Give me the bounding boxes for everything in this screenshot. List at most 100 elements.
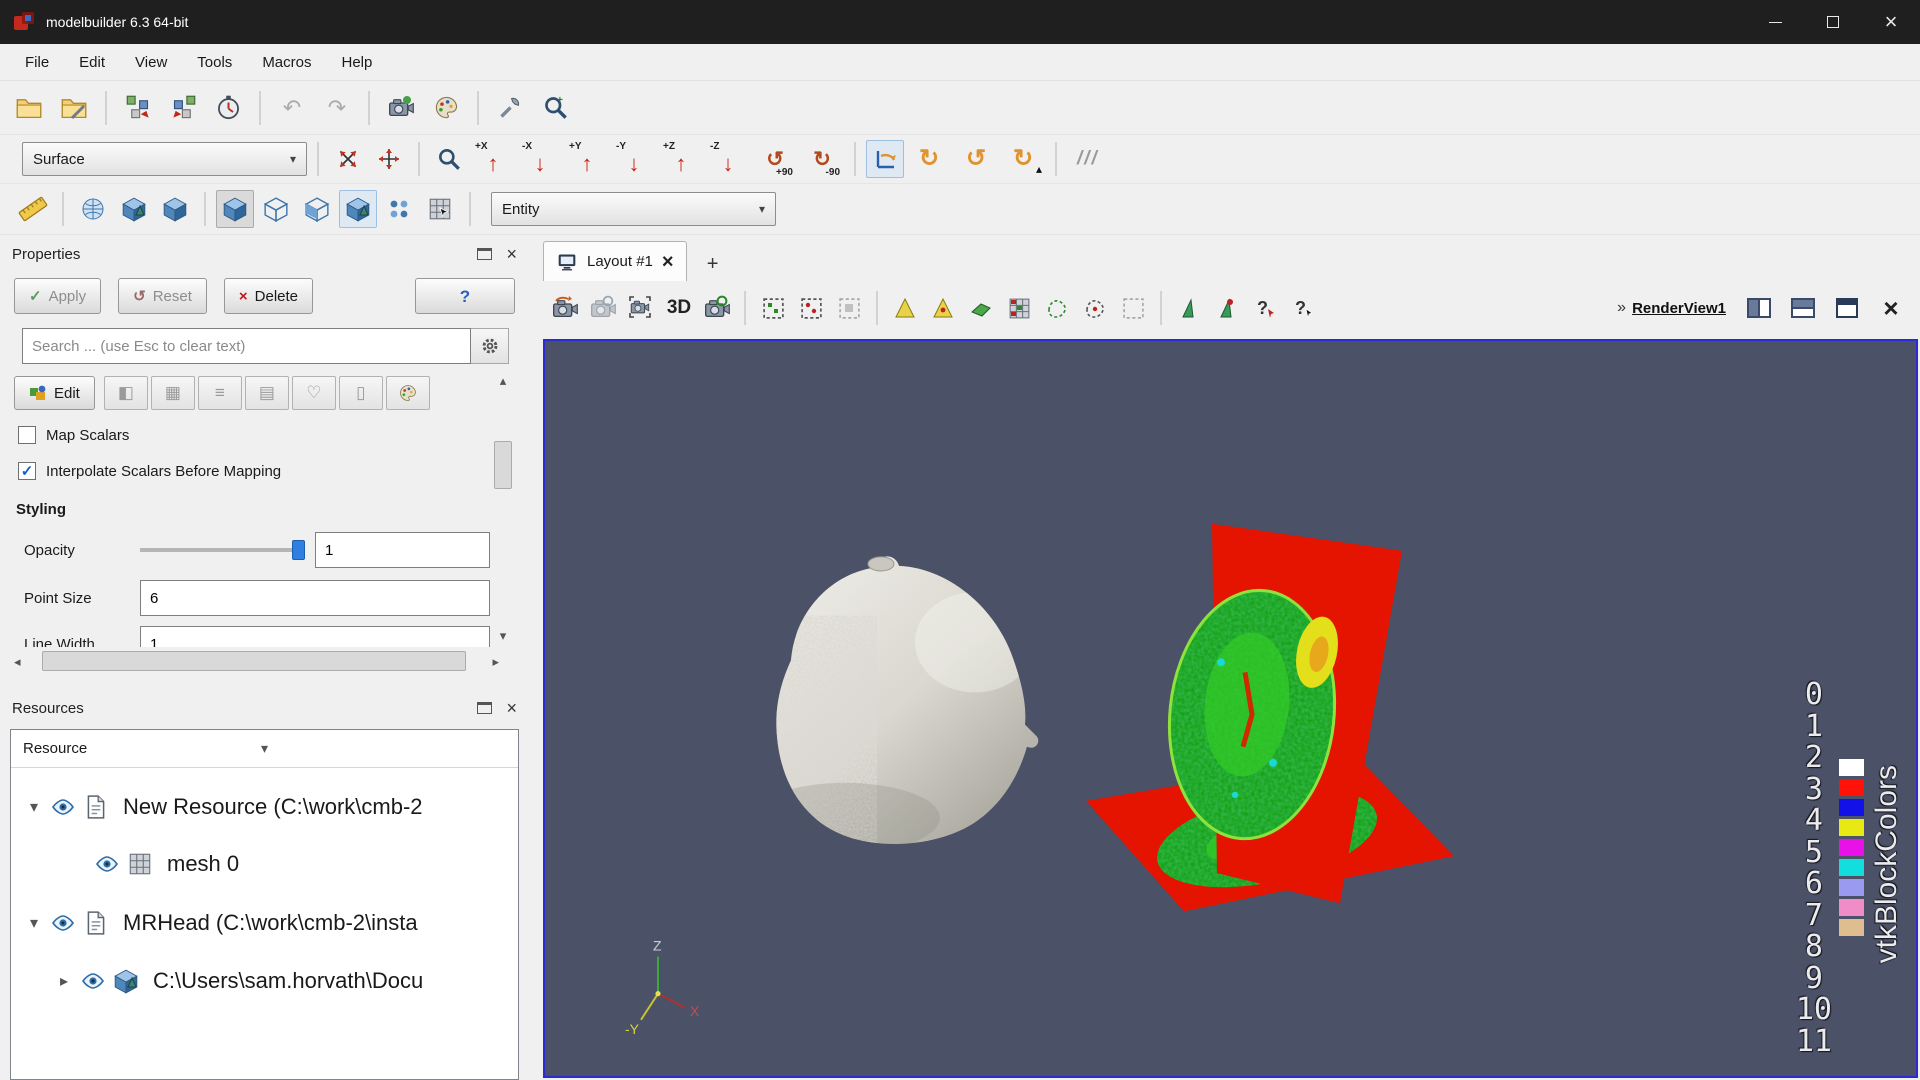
redo-button[interactable]: ↷ bbox=[316, 87, 358, 129]
opacity-slider[interactable] bbox=[140, 539, 305, 561]
select-block-button[interactable] bbox=[963, 290, 999, 326]
edit-tool-list-button[interactable]: ≡ bbox=[197, 376, 242, 410]
zoom-to-box-button[interactable] bbox=[430, 140, 468, 178]
toolbar-overflow-icon[interactable]: » bbox=[1617, 299, 1626, 317]
close-button[interactable]: × bbox=[1862, 0, 1920, 44]
select-cells-grid-button[interactable] bbox=[1001, 290, 1037, 326]
add-layout-tab-button[interactable]: + bbox=[695, 247, 731, 281]
scroll-down-icon[interactable]: ▾ bbox=[500, 626, 507, 645]
float-dock-icon[interactable] bbox=[477, 702, 493, 714]
edit-tool-device-button[interactable]: ▯ bbox=[338, 376, 383, 410]
show-mesh-button[interactable] bbox=[74, 190, 112, 228]
layout-tab[interactable]: Layout #1 × bbox=[543, 241, 687, 281]
resource-label[interactable]: C:\Users\sam.horvath\Docu bbox=[153, 968, 423, 994]
camera-minus-y-button[interactable]: -Y ↓ bbox=[612, 140, 656, 178]
tool-search-button[interactable] bbox=[489, 87, 531, 129]
menu-macros[interactable]: Macros bbox=[247, 44, 326, 80]
maximize-button[interactable] bbox=[1804, 0, 1862, 44]
center-axes-toggle-button[interactable] bbox=[866, 140, 904, 178]
expander-icon[interactable]: ▸ bbox=[55, 971, 73, 991]
menu-file[interactable]: File bbox=[10, 44, 64, 80]
edit-tool-wand-button[interactable]: ◧ bbox=[103, 376, 148, 410]
capture-screenshot-button[interactable] bbox=[623, 290, 659, 326]
import-scene-button[interactable] bbox=[162, 87, 204, 129]
orbit-rotate-button[interactable]: ↻ bbox=[907, 140, 951, 178]
faces-mode-button[interactable] bbox=[298, 190, 336, 228]
export-scene-button[interactable] bbox=[117, 87, 159, 129]
hscroll-thumb[interactable] bbox=[42, 651, 466, 671]
render-viewport[interactable]: Z X -Y 0 1 2 3 4 5 6 7 8 9 10 11 vtkBloc… bbox=[543, 339, 1918, 1078]
vscroll-thumb[interactable] bbox=[494, 441, 512, 489]
map-scalars-checkbox[interactable] bbox=[18, 426, 36, 444]
delete-button[interactable]: × Delete bbox=[223, 278, 313, 314]
search-settings-button[interactable] bbox=[471, 328, 509, 364]
select-frustum-cells-button[interactable] bbox=[831, 290, 867, 326]
edit-tool-palette-button[interactable] bbox=[385, 376, 430, 410]
zoom-to-data-button[interactable] bbox=[699, 290, 735, 326]
properties-vscrollbar[interactable]: ▴ ▾ bbox=[492, 371, 514, 645]
edit-tool-grid-button[interactable]: ▤ bbox=[244, 376, 289, 410]
tree-row-image[interactable]: ▸ C:\Users\sam.horvath\Docu bbox=[11, 956, 518, 1006]
select-polygon-cells-button[interactable] bbox=[887, 290, 923, 326]
open-file-button[interactable] bbox=[8, 87, 50, 129]
interpolate-checkbox[interactable]: ✓ bbox=[18, 462, 36, 480]
select-cells-lasso-button[interactable] bbox=[1039, 290, 1075, 326]
scroll-right-icon[interactable]: ▸ bbox=[486, 655, 505, 668]
visibility-eye-icon[interactable] bbox=[95, 852, 119, 876]
menu-help[interactable]: Help bbox=[327, 44, 388, 80]
interactive-select-points-button[interactable] bbox=[1209, 290, 1245, 326]
representation-combo[interactable]: Surface ▾ bbox=[22, 142, 307, 176]
float-dock-icon[interactable] bbox=[477, 248, 493, 260]
menu-edit[interactable]: Edit bbox=[64, 44, 120, 80]
apply-button[interactable]: ✓ Apply bbox=[14, 278, 102, 314]
camera-plus-x-button[interactable]: +X ↑ bbox=[471, 140, 515, 178]
reset-button[interactable]: ↺ Reset bbox=[118, 278, 207, 314]
resource-label[interactable]: mesh 0 bbox=[167, 851, 239, 877]
interactive-select-cells-button[interactable] bbox=[1171, 290, 1207, 326]
tree-row-mrhead[interactable]: ▾ MRHead (C:\work\cmb-2\insta bbox=[11, 898, 518, 948]
rotate-90-cw-button[interactable]: ↻ -90 bbox=[800, 140, 844, 179]
orbit-pan-button[interactable]: ↺ bbox=[954, 140, 998, 178]
adjust-slashes-icon[interactable]: /// bbox=[1067, 148, 1109, 170]
reset-camera-closest-button[interactable] bbox=[585, 290, 621, 326]
search-input[interactable] bbox=[22, 328, 471, 364]
camera-plus-z-button[interactable]: +Z ↑ bbox=[659, 140, 703, 178]
render-view-title[interactable]: RenderView1 bbox=[1632, 300, 1726, 317]
points-mode-button[interactable] bbox=[380, 190, 418, 228]
surface-mode-button[interactable] bbox=[216, 190, 254, 228]
show-geometry-button[interactable] bbox=[115, 190, 153, 228]
visibility-eye-icon[interactable] bbox=[51, 911, 75, 935]
toggle-2d-3d-button[interactable]: 3D bbox=[661, 290, 697, 326]
select-cells-rectangle-button[interactable] bbox=[755, 290, 791, 326]
point-size-input[interactable] bbox=[140, 580, 490, 616]
wireframe-mode-button[interactable] bbox=[257, 190, 295, 228]
edit-tool-favorite-button[interactable]: ♡ bbox=[291, 376, 336, 410]
hover-cells-query-button[interactable]: ? bbox=[1247, 290, 1283, 326]
menu-view[interactable]: View bbox=[120, 44, 182, 80]
tree-row-new-resource[interactable]: ▾ New Resource (C:\work\cmb-2 bbox=[11, 782, 518, 832]
select-polygon-points-button[interactable] bbox=[925, 290, 961, 326]
close-dock-icon[interactable]: × bbox=[506, 245, 517, 263]
select-points-lasso-button[interactable] bbox=[1077, 290, 1113, 326]
expander-icon[interactable]: ▾ bbox=[25, 797, 43, 817]
close-dock-icon[interactable]: × bbox=[506, 699, 517, 717]
close-tab-icon[interactable]: × bbox=[662, 252, 674, 272]
menu-tools[interactable]: Tools bbox=[182, 44, 247, 80]
rotate-90-ccw-button[interactable]: ↺ +90 bbox=[753, 140, 797, 179]
glyph-mode-button[interactable] bbox=[339, 190, 377, 228]
camera-link-button[interactable] bbox=[380, 87, 422, 129]
scroll-up-icon[interactable]: ▴ bbox=[500, 371, 507, 390]
hover-points-query-button[interactable]: ? bbox=[1285, 290, 1321, 326]
opacity-input[interactable] bbox=[315, 532, 490, 568]
fit-data-button[interactable] bbox=[370, 140, 408, 178]
minimize-button[interactable] bbox=[1746, 0, 1804, 44]
open-recent-button[interactable] bbox=[53, 87, 95, 129]
close-view-button[interactable]: × bbox=[1870, 290, 1912, 326]
select-custom-box-button[interactable] bbox=[1115, 290, 1151, 326]
scroll-left-icon[interactable]: ◂ bbox=[8, 655, 27, 668]
measure-button[interactable] bbox=[14, 190, 52, 228]
maximize-view-button[interactable] bbox=[1826, 290, 1868, 326]
entity-combo[interactable]: Entity ▾ bbox=[491, 192, 776, 226]
edit-tool-table-button[interactable]: ▦ bbox=[150, 376, 195, 410]
expander-icon[interactable]: ▾ bbox=[25, 913, 43, 933]
